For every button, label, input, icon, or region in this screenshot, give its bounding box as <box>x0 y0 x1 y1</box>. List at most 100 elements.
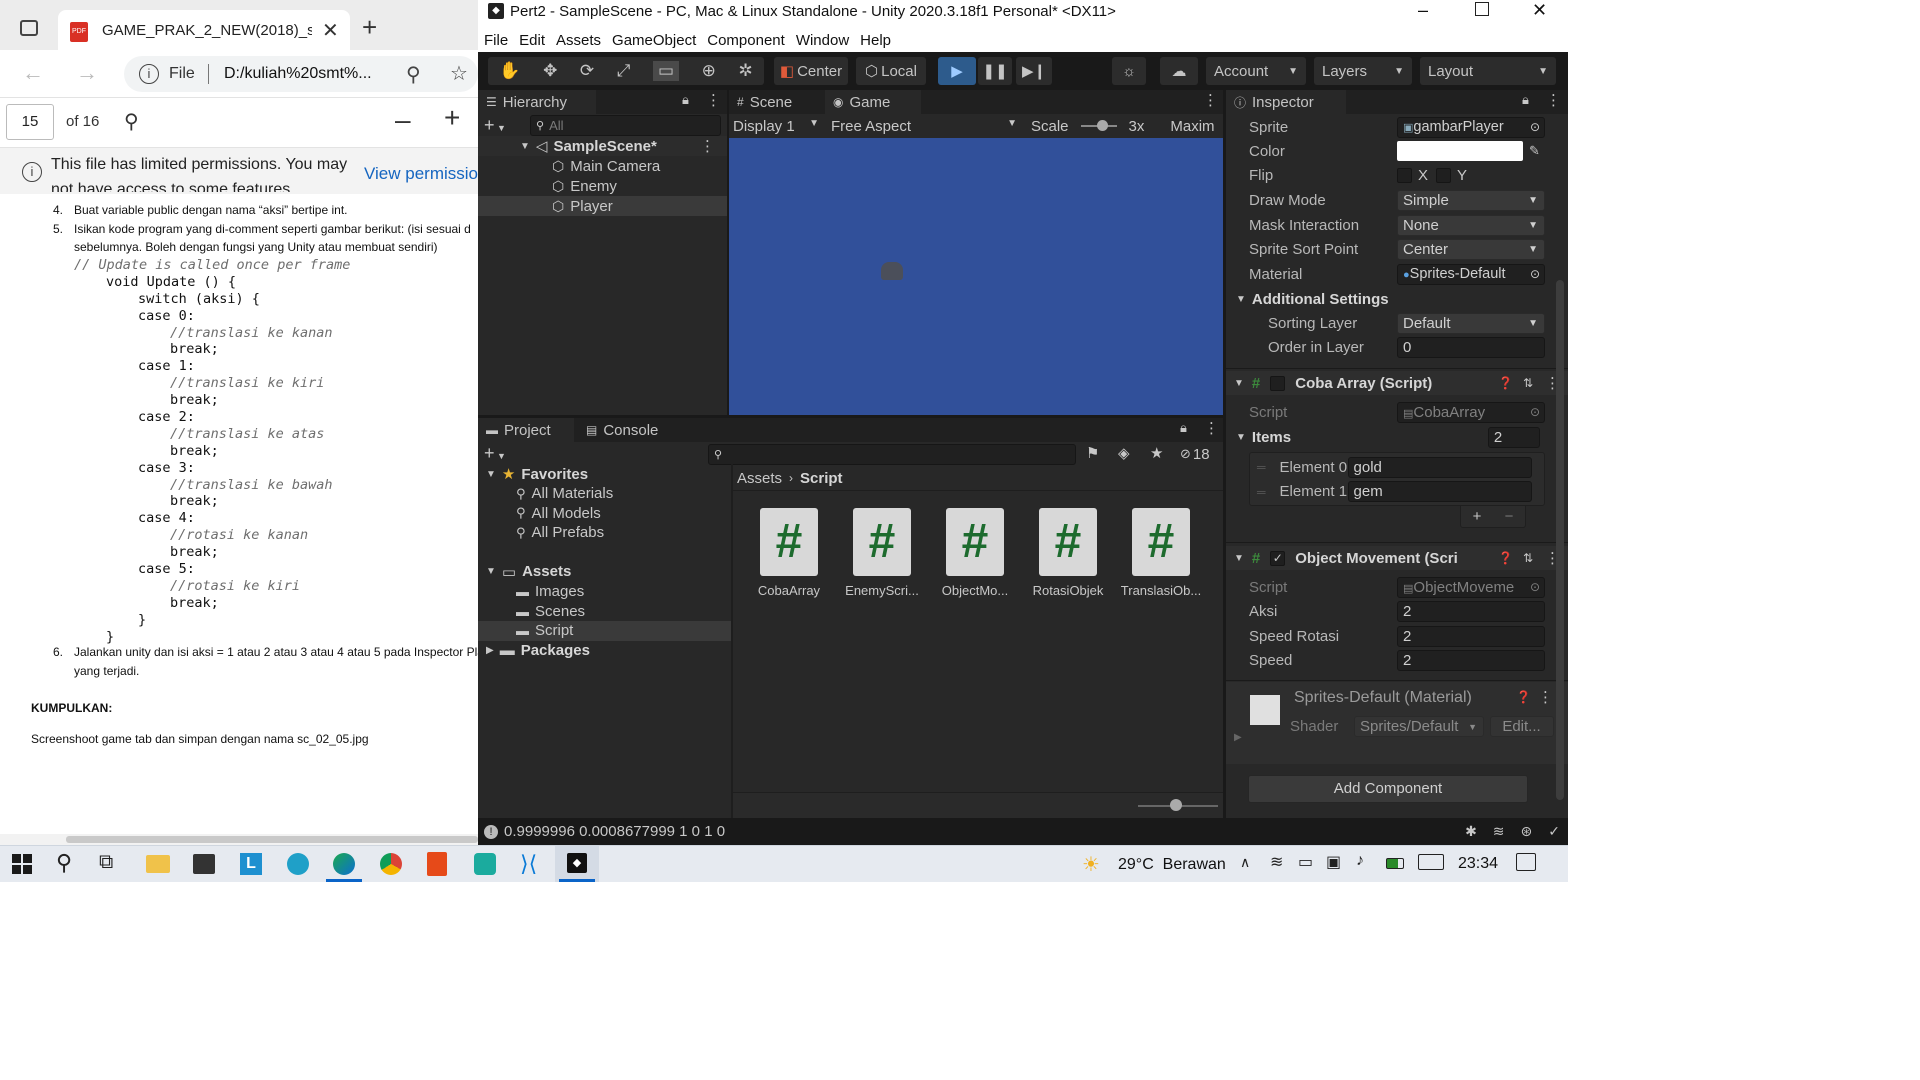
custom-tool-icon[interactable]: ✲ <box>738 61 752 81</box>
asset-folder-images[interactable]: ▬ Images <box>478 582 731 602</box>
drag-handle-icon[interactable]: ═ <box>1257 485 1266 499</box>
expand-arrow-icon[interactable]: ▼ <box>520 141 530 152</box>
menu-item-file[interactable]: File <box>484 32 508 49</box>
search-by-label-icon[interactable]: ◈ <box>1118 444 1130 462</box>
favorite-icon[interactable]: ☆ <box>450 61 468 86</box>
expand-arrow-icon[interactable]: ▶ <box>1234 732 1242 743</box>
favorites-star-icon[interactable]: ★ <box>1150 444 1163 462</box>
more-options-icon[interactable]: ⋮ <box>1546 91 1561 109</box>
screen-icon[interactable]: ▣ <box>1326 852 1341 872</box>
search-by-type-icon[interactable]: ⚑ <box>1086 444 1099 462</box>
search-icon[interactable]: ⚲ <box>124 109 139 134</box>
remove-element-icon[interactable]: − <box>1505 508 1514 525</box>
close-window-icon[interactable]: ✕ <box>1532 0 1547 21</box>
script-file[interactable]: # CobaArray <box>743 508 835 598</box>
expand-arrow-icon[interactable]: ▼ <box>486 566 496 577</box>
weather-text[interactable]: 29°C Berawan <box>1118 856 1226 874</box>
maximize-icon[interactable] <box>1475 2 1489 16</box>
expand-arrow-icon[interactable]: ▼ <box>1234 378 1244 389</box>
file-explorer-icon[interactable] <box>146 855 170 873</box>
app-l-icon[interactable]: L <box>240 853 262 875</box>
assets-row[interactable]: ▼ ▭ Assets <box>478 562 731 582</box>
collab-icon[interactable]: ☼ <box>1112 57 1146 85</box>
more-options-icon[interactable]: ⋮ <box>1203 91 1218 109</box>
script-file[interactable]: # ObjectMo... <box>929 508 1021 598</box>
help-icon[interactable]: ❓ <box>1516 690 1531 704</box>
more-options-icon[interactable]: ⋮ <box>1204 419 1219 437</box>
expand-arrow-icon[interactable]: ▼ <box>1236 432 1246 443</box>
tab-console[interactable]: ▤ Console <box>578 418 684 442</box>
zoom-out-icon[interactable]: – <box>395 104 411 136</box>
mask-dropdown[interactable]: None ▼ <box>1397 214 1545 236</box>
breadcrumb-assets[interactable]: Assets <box>737 470 782 487</box>
rect-tool-icon[interactable]: ▭ <box>652 61 680 81</box>
breadcrumb-script[interactable]: Script <box>800 470 843 487</box>
account-dropdown[interactable]: Account ▼ <box>1206 57 1306 85</box>
clock[interactable]: 23:34 <box>1458 855 1498 873</box>
zoom-icon[interactable]: ⚲ <box>406 62 421 87</box>
tab-scene[interactable]: # Scene <box>729 90 823 114</box>
store-icon[interactable] <box>193 854 215 874</box>
back-icon[interactable]: ← <box>22 60 44 86</box>
script-file[interactable]: # RotasiObjek <box>1022 508 1114 598</box>
scale-tool-icon[interactable]: ⤢ <box>617 61 631 81</box>
hierarchy-add-button[interactable]: + ▼ <box>484 115 506 136</box>
vscode-icon[interactable]: ⟩⟨ <box>520 853 542 875</box>
project-search-input[interactable]: ⚲ <box>708 444 1076 465</box>
additional-settings-row[interactable]: ▼ Additional Settings <box>1236 287 1556 311</box>
scene-options-icon[interactable]: ⋮ <box>700 137 715 155</box>
layers-dropdown[interactable]: Layers ▼ <box>1314 57 1412 85</box>
hierarchy-search-input[interactable]: ⚲ All <box>530 115 721 136</box>
sort-point-dropdown[interactable]: Center ▼ <box>1397 238 1545 260</box>
items-size-input[interactable]: 2 <box>1487 426 1540 448</box>
add-element-icon[interactable]: + <box>1473 508 1482 525</box>
pivot-local-button[interactable]: ⬡ Local <box>856 57 926 85</box>
task-view-icon[interactable]: ⧉ <box>99 851 113 874</box>
auto-generate-icon[interactable]: ⊛ <box>1521 823 1533 840</box>
favorite-item[interactable]: ⚲ All Materials <box>478 484 731 504</box>
script-file[interactable]: # EnemyScri... <box>836 508 928 598</box>
info-icon[interactable]: i <box>139 64 159 84</box>
scale-slider[interactable] <box>1080 120 1117 131</box>
scene-row[interactable]: ▼ ◁ SampleScene* ⋮ <box>478 136 727 156</box>
menu-item-gameobject[interactable]: GameObject <box>612 32 696 49</box>
lock-icon[interactable]: 🔒︎ <box>1180 420 1187 436</box>
scrollbar-thumb[interactable] <box>66 836 478 843</box>
coba-array-header[interactable]: ▼ # Coba Array (Script) ❓ ⇅ ⋮ <box>1226 371 1568 395</box>
hierarchy-item-main-camera[interactable]: ⬡ Main Camera <box>478 156 727 176</box>
layout-dropdown[interactable]: Layout ▼ <box>1420 57 1556 85</box>
minimize-icon[interactable]: – <box>1418 0 1428 21</box>
zoom-in-icon[interactable]: + <box>444 102 460 134</box>
lock-icon[interactable]: 🔒︎ <box>1522 92 1529 108</box>
aspect-dropdown[interactable]: Free Aspect ▼ <box>825 118 1023 135</box>
sorting-layer-dropdown[interactable]: Default ▼ <box>1397 312 1545 334</box>
volume-icon[interactable]: ♪ <box>1356 852 1364 870</box>
material-field[interactable]: ●Sprites-Default ⊙ <box>1397 263 1545 285</box>
menu-item-help[interactable]: Help <box>860 32 891 49</box>
step-button[interactable]: ▶❙ <box>1016 57 1052 85</box>
object-picker-icon[interactable]: ⊙ <box>1530 267 1540 281</box>
expand-arrow-icon[interactable]: ▼ <box>1236 294 1246 305</box>
speed-input[interactable]: 2 <box>1397 649 1545 671</box>
menu-item-assets[interactable]: Assets <box>556 32 601 49</box>
hierarchy-item-enemy[interactable]: ⬡ Enemy <box>478 176 727 196</box>
cloud-icon[interactable]: ☁ <box>1160 57 1198 85</box>
enabled-checkbox[interactable]: ✓ <box>1270 550 1286 566</box>
notification-icon[interactable] <box>1516 853 1536 871</box>
element-value-input[interactable]: gold <box>1347 456 1532 478</box>
transform-tool-icon[interactable]: ⊕ <box>702 61 716 81</box>
page-number-input[interactable]: 15 <box>6 104 54 140</box>
help-icon[interactable]: ❓ <box>1498 551 1513 565</box>
scale-slider-thumb[interactable] <box>1096 120 1108 131</box>
packages-row[interactable]: ▶ ▬ Packages <box>478 641 731 661</box>
order-input[interactable]: 0 <box>1397 336 1545 358</box>
expand-arrow-icon[interactable]: ▶ <box>486 645 494 656</box>
object-picker-icon[interactable]: ⊙ <box>1530 120 1540 134</box>
lock-icon[interactable]: 🔒︎ <box>682 92 689 108</box>
script-file[interactable]: # TranslasiOb... <box>1115 508 1207 598</box>
menu-item-component[interactable]: Component <box>707 32 785 49</box>
maximize-toggle[interactable]: Maxim <box>1170 118 1214 135</box>
hidden-packages-toggle[interactable]: ⊘ 18 <box>1180 442 1210 466</box>
enabled-checkbox[interactable] <box>1270 375 1286 391</box>
tab-inspector[interactable]: ⓘ Inspector <box>1226 90 1346 114</box>
